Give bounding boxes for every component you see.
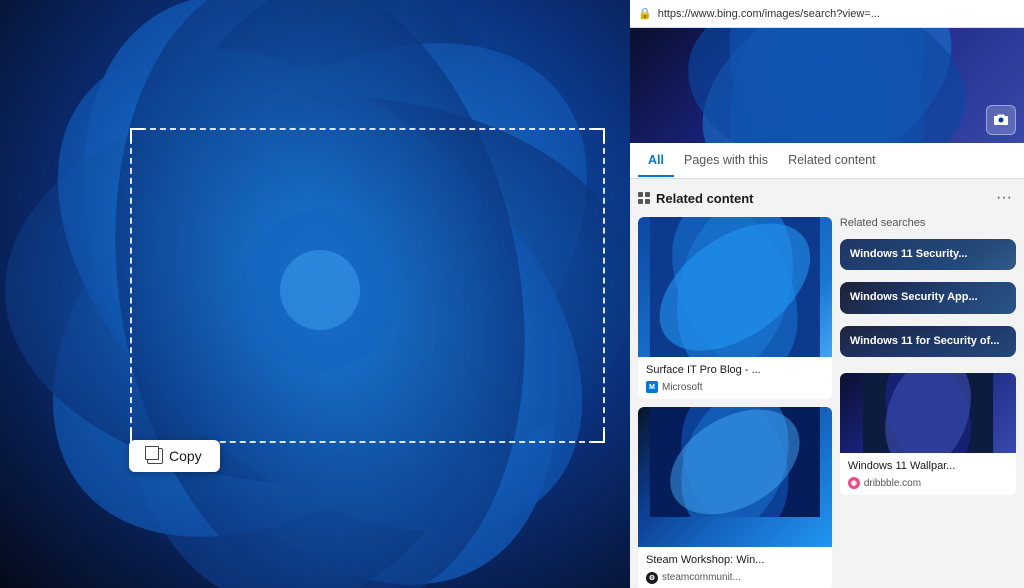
card-1-source: M Microsoft <box>646 381 824 393</box>
corner-tr <box>591 128 605 142</box>
search-chip-2[interactable]: Windows Security App... <box>840 282 1016 313</box>
image-preview-top <box>630 28 1024 143</box>
tab-pages-with-this[interactable]: Pages with this <box>674 145 778 177</box>
card-2-source-text: steamcommunit... <box>662 572 741 583</box>
card-1-title: Surface IT Pro Blog - ... <box>646 363 824 377</box>
card-dribbble-title: Windows 11 Wallpar... <box>848 459 1008 473</box>
right-column: Related searches Windows 11 Security... … <box>840 217 1016 588</box>
card-steam[interactable]: Steam Workshop: Win... ⚙ steamcommunit..… <box>638 407 832 588</box>
lock-icon: 🔒 <box>638 7 652 20</box>
card-dribbble-source: ◉ dribbble.com <box>848 477 1008 489</box>
grid-icon <box>638 192 650 204</box>
camera-icon <box>993 112 1009 128</box>
content-area[interactable]: Related content ··· <box>630 179 1024 588</box>
dribbble-icon: ◉ <box>848 477 860 489</box>
card-dribbble-text-area: Windows 11 Wallpar... ◉ dribbble.com <box>840 453 1016 495</box>
card-2-illustration <box>638 407 832 517</box>
section-header: Related content ··· <box>638 187 1016 209</box>
chip-1-text: Windows 11 Security... <box>850 247 1006 262</box>
selection-rectangle <box>130 128 605 443</box>
two-col-layout: Surface IT Pro Blog - ... M Microsoft <box>638 217 1016 588</box>
dribbble-illustration <box>840 373 1016 453</box>
copy-button[interactable]: Copy <box>129 440 220 472</box>
card-dribbble-wallpaper[interactable]: Windows 11 Wallpar... ◉ dribbble.com <box>840 373 1016 495</box>
browser-panel: 🔒 https://www.bing.com/images/search?vie… <box>630 0 1024 588</box>
copy-icon <box>147 448 163 464</box>
url-text: https://www.bing.com/images/search?view=… <box>658 8 1016 20</box>
tab-related-content[interactable]: Related content <box>778 145 886 177</box>
copy-label: Copy <box>169 448 202 464</box>
section-title-text: Related content <box>656 191 754 206</box>
corner-br <box>591 429 605 443</box>
corner-tl <box>130 128 144 142</box>
card-image-1 <box>638 217 832 357</box>
microsoft-icon: M <box>646 381 658 393</box>
chip-2-text: Windows Security App... <box>850 290 1006 305</box>
card-surface-blog[interactable]: Surface IT Pro Blog - ... M Microsoft <box>638 217 832 399</box>
search-chip-3[interactable]: Windows 11 for Security of... <box>840 326 1016 357</box>
search-chip-1[interactable]: Windows 11 Security... <box>840 239 1016 270</box>
tabs-row: All Pages with this Related content <box>630 143 1024 179</box>
card-image-2 <box>638 407 832 547</box>
card-1-text-area: Surface IT Pro Blog - ... M Microsoft <box>638 357 832 399</box>
card-2-title: Steam Workshop: Win... <box>646 553 824 567</box>
card-2-text-area: Steam Workshop: Win... ⚙ steamcommunit..… <box>638 547 832 588</box>
left-column: Surface IT Pro Blog - ... M Microsoft <box>638 217 832 588</box>
chip-3-text: Windows 11 for Security of... <box>850 334 1006 349</box>
card-2-source: ⚙ steamcommunit... <box>646 572 824 584</box>
preview-bloom-svg <box>630 28 1024 143</box>
card-1-source-text: Microsoft <box>662 382 703 393</box>
camera-search-button[interactable] <box>986 105 1016 135</box>
section-title-row: Related content <box>638 191 754 206</box>
more-options-button[interactable]: ··· <box>992 187 1016 209</box>
card-dribbble-source-text: dribbble.com <box>864 478 921 489</box>
steam-icon: ⚙ <box>646 572 658 584</box>
related-searches-label: Related searches <box>840 217 1016 229</box>
card-1-illustration <box>638 217 832 357</box>
url-bar: 🔒 https://www.bing.com/images/search?vie… <box>630 0 1024 28</box>
card-dribbble-image <box>840 373 1016 453</box>
tab-all[interactable]: All <box>638 145 674 177</box>
